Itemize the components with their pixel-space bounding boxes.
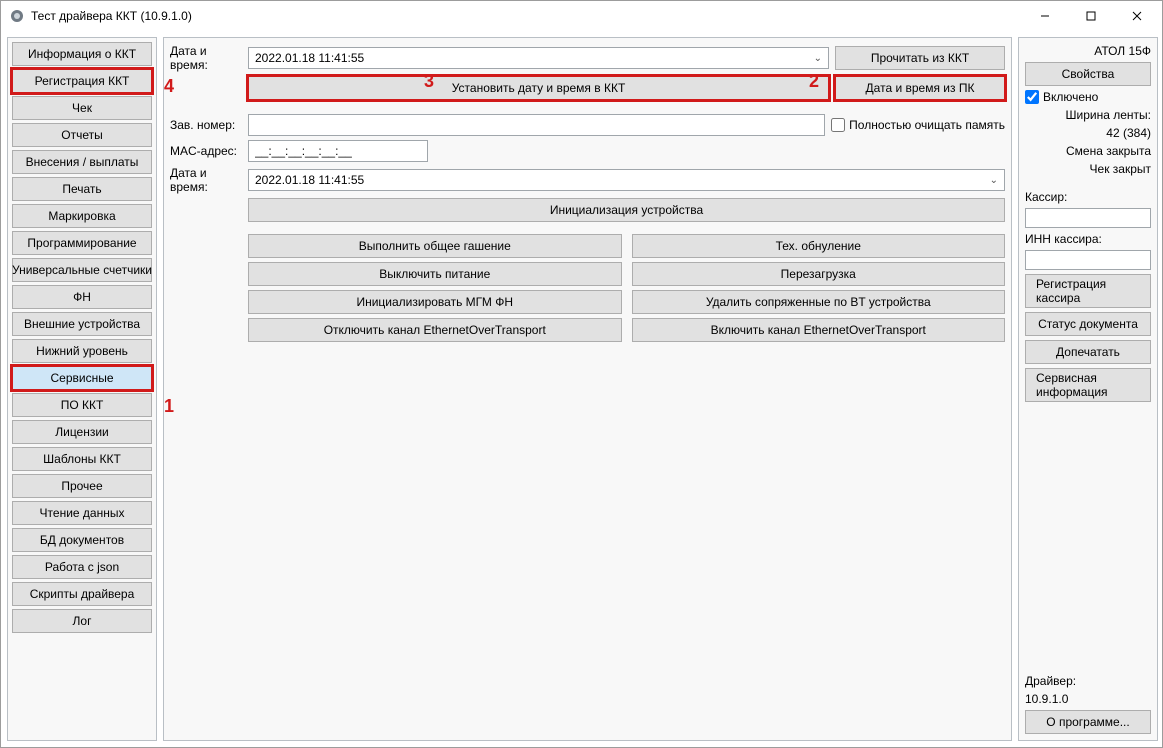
power-off-button[interactable]: Выключить питание xyxy=(248,262,622,286)
clear-memory-label: Полностью очищать память xyxy=(849,118,1005,132)
left-nav: Информация о ККТ Регистрация ККТ Чек Отч… xyxy=(7,37,157,741)
datetime-combo[interactable]: 2022.01.18 11:41:55 ⌄ xyxy=(248,47,829,69)
nav-external-devices[interactable]: Внешние устройства xyxy=(12,312,152,336)
enable-eot-button[interactable]: Включить канал EthernetOverTransport xyxy=(632,318,1006,342)
nav-scripts[interactable]: Скрипты драйвера xyxy=(12,582,152,606)
tape-width-label: Ширина ленты: xyxy=(1025,108,1151,122)
nav-print[interactable]: Печать xyxy=(12,177,152,201)
remove-bt-paired-button[interactable]: Удалить сопряженные по BT устройства xyxy=(632,290,1006,314)
service-info-button[interactable]: Сервисная информация xyxy=(1025,368,1151,402)
datetime2-label: Дата и время: xyxy=(170,166,242,194)
tape-width-value: 42 (384) xyxy=(1025,126,1151,140)
nav-log[interactable]: Лог xyxy=(12,609,152,633)
set-datetime-kkt-button[interactable]: Установить дату и время в ККТ xyxy=(248,76,829,100)
doprint-button[interactable]: Допечатать xyxy=(1025,340,1151,364)
nav-service[interactable]: Сервисные xyxy=(12,366,152,390)
datetime-from-pc-button[interactable]: Дата и время из ПК xyxy=(835,76,1005,100)
nav-db-docs[interactable]: БД документов xyxy=(12,528,152,552)
chevron-down-icon: ⌄ xyxy=(990,175,998,186)
init-device-button[interactable]: Инициализация устройства xyxy=(248,198,1005,222)
datetime-label: Дата и время: xyxy=(170,44,242,72)
cashier-inn-input[interactable] xyxy=(1025,250,1151,270)
enabled-checkbox-wrap[interactable]: Включено xyxy=(1025,90,1151,104)
shift-status: Смена закрыта xyxy=(1025,144,1151,158)
clear-memory-checkbox-wrap[interactable]: Полностью очищать память xyxy=(831,118,1005,132)
row-init: Инициализация устройства xyxy=(170,198,1005,222)
row-serial: Зав. номер: Полностью очищать память xyxy=(170,114,1005,136)
serial-input[interactable] xyxy=(248,114,825,136)
row-set-dt: Установить дату и время в ККТ Дата и вре… xyxy=(170,76,1005,100)
reboot-button[interactable]: Перезагрузка xyxy=(632,262,1006,286)
right-sidebar: АТОЛ 15Ф Свойства Включено Ширина ленты:… xyxy=(1018,37,1158,741)
nav-universal-counters[interactable]: Универсальные счетчики xyxy=(12,258,152,282)
window: Тест драйвера ККТ (10.9.1.0) Информация … xyxy=(0,0,1163,748)
properties-button[interactable]: Свойства xyxy=(1025,62,1151,86)
nav-other[interactable]: Прочее xyxy=(12,474,152,498)
driver-version: 10.9.1.0 xyxy=(1025,692,1151,706)
row-datetime-top: Дата и время: 2022.01.18 11:41:55 ⌄ Проч… xyxy=(170,44,1005,72)
cashier-input[interactable] xyxy=(1025,208,1151,228)
window-minimize-button[interactable] xyxy=(1022,1,1068,31)
row-mac: MAC-адрес: xyxy=(170,140,1005,162)
datetime2-value: 2022.01.18 11:41:55 xyxy=(255,173,364,187)
mac-input[interactable] xyxy=(248,140,428,162)
nav-info[interactable]: Информация о ККТ xyxy=(12,42,152,66)
window-close-button[interactable] xyxy=(1114,1,1160,31)
cashier-inn-label: ИНН кассира: xyxy=(1025,232,1151,246)
enabled-checkbox[interactable] xyxy=(1025,90,1039,104)
device-name: АТОЛ 15Ф xyxy=(1025,44,1151,58)
nav-programming[interactable]: Программирование xyxy=(12,231,152,255)
row-datetime2: Дата и время: 2022.01.18 11:41:55 ⌄ xyxy=(170,166,1005,194)
chevron-down-icon: ⌄ xyxy=(814,53,822,64)
clear-memory-checkbox[interactable] xyxy=(831,118,845,132)
datetime-value: 2022.01.18 11:41:55 xyxy=(255,51,364,65)
cheque-status: Чек закрыт xyxy=(1025,162,1151,176)
app-icon xyxy=(9,8,25,24)
nav-reports[interactable]: Отчеты xyxy=(12,123,152,147)
disable-eot-button[interactable]: Отключить канал EthernetOverTransport xyxy=(248,318,622,342)
tech-reset-button[interactable]: Тех. обнуление xyxy=(632,234,1006,258)
body: Информация о ККТ Регистрация ККТ Чек Отч… xyxy=(1,31,1162,747)
nav-po-kkt[interactable]: ПО ККТ xyxy=(12,393,152,417)
serial-label: Зав. номер: xyxy=(170,118,242,132)
nav-inout[interactable]: Внесения / выплаты xyxy=(12,150,152,174)
content-panel: Дата и время: 2022.01.18 11:41:55 ⌄ Проч… xyxy=(163,37,1012,741)
init-mgm-fn-button[interactable]: Инициализировать МГМ ФН xyxy=(248,290,622,314)
about-button[interactable]: О программе... xyxy=(1025,710,1151,734)
nav-registration[interactable]: Регистрация ККТ xyxy=(12,69,152,93)
nav-low-level[interactable]: Нижний уровень xyxy=(12,339,152,363)
nav-licenses[interactable]: Лицензии xyxy=(12,420,152,444)
cashier-label: Кассир: xyxy=(1025,190,1151,204)
nav-templates[interactable]: Шаблоны ККТ xyxy=(12,447,152,471)
window-title: Тест драйвера ККТ (10.9.1.0) xyxy=(31,9,192,23)
nav-json[interactable]: Работа с json xyxy=(12,555,152,579)
window-maximize-button[interactable] xyxy=(1068,1,1114,31)
general-clear-button[interactable]: Выполнить общее гашение xyxy=(248,234,622,258)
register-cashier-button[interactable]: Регистрация кассира xyxy=(1025,274,1151,308)
titlebar: Тест драйвера ККТ (10.9.1.0) xyxy=(1,1,1162,31)
action-grid-wrap: Выполнить общее гашение Тех. обнуление В… xyxy=(170,234,1005,342)
nav-cheque[interactable]: Чек xyxy=(12,96,152,120)
action-grid: Выполнить общее гашение Тех. обнуление В… xyxy=(248,234,1005,342)
read-from-kkt-button[interactable]: Прочитать из ККТ xyxy=(835,46,1005,70)
doc-status-button[interactable]: Статус документа xyxy=(1025,312,1151,336)
nav-fn[interactable]: ФН xyxy=(12,285,152,309)
nav-marking[interactable]: Маркировка xyxy=(12,204,152,228)
datetime2-combo[interactable]: 2022.01.18 11:41:55 ⌄ xyxy=(248,169,1005,191)
nav-read-data[interactable]: Чтение данных xyxy=(12,501,152,525)
enabled-label: Включено xyxy=(1043,90,1098,104)
mac-label: MAC-адрес: xyxy=(170,144,242,158)
driver-label: Драйвер: xyxy=(1025,674,1151,688)
